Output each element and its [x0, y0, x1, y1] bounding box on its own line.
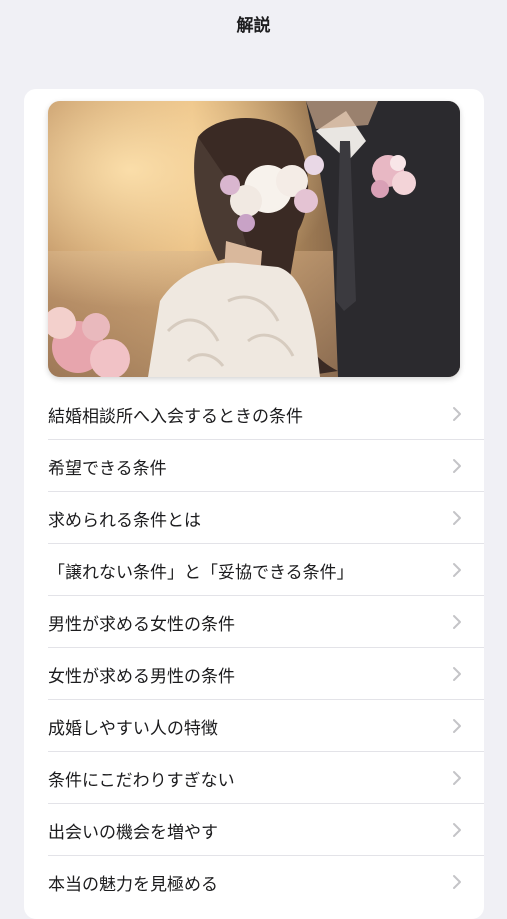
- chevron-right-icon: [453, 407, 461, 421]
- list-item-label: 男性が求める女性の条件: [48, 615, 235, 635]
- list-item[interactable]: 出会いの機会を増やす: [24, 804, 484, 856]
- topic-list: 結婚相談所へ入会するときの条件 希望できる条件 求められる条件とは 「譲れない条…: [24, 388, 484, 908]
- chevron-right-icon: [453, 615, 461, 629]
- list-item-label: 希望できる条件: [48, 459, 167, 479]
- page-title: 解説: [236, 16, 271, 36]
- list-item[interactable]: 女性が求める男性の条件: [24, 648, 484, 700]
- chevron-right-icon: [453, 511, 461, 525]
- list-item[interactable]: 「譲れない条件」と「妥協できる条件」: [24, 544, 484, 596]
- wedding-photo-illustration: [48, 101, 460, 377]
- content-card: 結婚相談所へ入会するときの条件 希望できる条件 求められる条件とは 「譲れない条…: [24, 89, 484, 919]
- list-item-label: 条件にこだわりすぎない: [48, 771, 235, 791]
- list-item[interactable]: 本当の魅力を見極める: [24, 856, 484, 908]
- chevron-right-icon: [453, 875, 461, 889]
- list-item[interactable]: 求められる条件とは: [24, 492, 484, 544]
- navigation-bar: 解説: [0, 0, 507, 44]
- list-item[interactable]: 結婚相談所へ入会するときの条件: [24, 388, 484, 440]
- list-item[interactable]: 男性が求める女性の条件: [24, 596, 484, 648]
- hero-image: [48, 101, 460, 377]
- chevron-right-icon: [453, 771, 461, 785]
- list-item[interactable]: 条件にこだわりすぎない: [24, 752, 484, 804]
- list-item-label: 女性が求める男性の条件: [48, 667, 235, 687]
- chevron-right-icon: [453, 667, 461, 681]
- list-item[interactable]: 希望できる条件: [24, 440, 484, 492]
- list-item-label: 本当の魅力を見極める: [48, 875, 218, 895]
- chevron-right-icon: [453, 563, 461, 577]
- list-item-label: 成婚しやすい人の特徴: [48, 719, 218, 739]
- chevron-right-icon: [453, 719, 461, 733]
- list-item-label: 出会いの機会を増やす: [48, 823, 218, 843]
- list-item[interactable]: 成婚しやすい人の特徴: [24, 700, 484, 752]
- list-item-label: 求められる条件とは: [48, 511, 201, 531]
- list-item-label: 結婚相談所へ入会するときの条件: [48, 407, 303, 427]
- list-item-label: 「譲れない条件」と「妥協できる条件」: [48, 563, 354, 583]
- chevron-right-icon: [453, 459, 461, 473]
- chevron-right-icon: [453, 823, 461, 837]
